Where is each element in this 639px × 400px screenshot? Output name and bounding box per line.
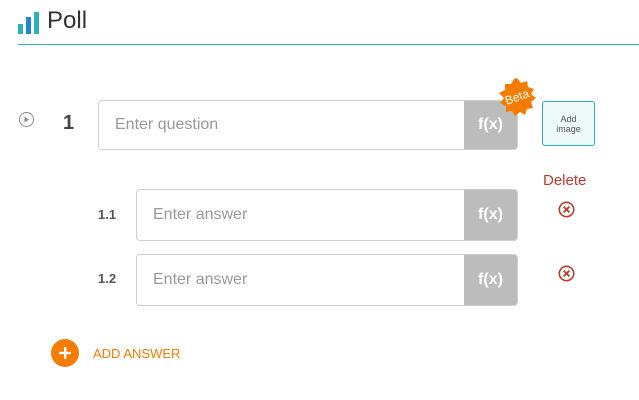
answer-field: f(x) xyxy=(136,189,518,241)
answer-input[interactable] xyxy=(137,190,465,240)
play-arrow-icon xyxy=(24,116,29,123)
delete-answer-icon[interactable] xyxy=(558,265,575,282)
page-title: Poll xyxy=(47,7,88,34)
add-answer-button[interactable]: ADD ANSWER xyxy=(51,339,180,367)
delete-answer-icon[interactable] xyxy=(558,201,575,218)
question-input[interactable] xyxy=(99,101,465,149)
add-image-label-line1: Add xyxy=(560,113,577,124)
poll-header: Poll xyxy=(0,0,639,46)
beta-badge: Beta xyxy=(497,77,537,117)
answer-number: 1.2 xyxy=(98,271,117,286)
plus-icon xyxy=(51,339,79,367)
add-image-button[interactable]: Add image xyxy=(542,101,595,146)
answer-number: 1.1 xyxy=(98,207,117,222)
bar-chart-icon xyxy=(18,12,39,34)
question-number: 1 xyxy=(63,112,75,134)
expand-question-toggle[interactable] xyxy=(19,112,34,127)
header-divider xyxy=(18,44,639,45)
answer-input[interactable] xyxy=(137,255,465,305)
add-image-label-line2: image xyxy=(556,123,581,134)
answer-formula-button[interactable]: f(x) xyxy=(464,190,517,240)
delete-column-header: Delete xyxy=(543,172,587,189)
answer-field: f(x) xyxy=(136,254,518,306)
add-answer-label: ADD ANSWER xyxy=(93,345,181,361)
answer-formula-button[interactable]: f(x) xyxy=(464,255,517,305)
question-field: f(x) xyxy=(98,100,518,150)
